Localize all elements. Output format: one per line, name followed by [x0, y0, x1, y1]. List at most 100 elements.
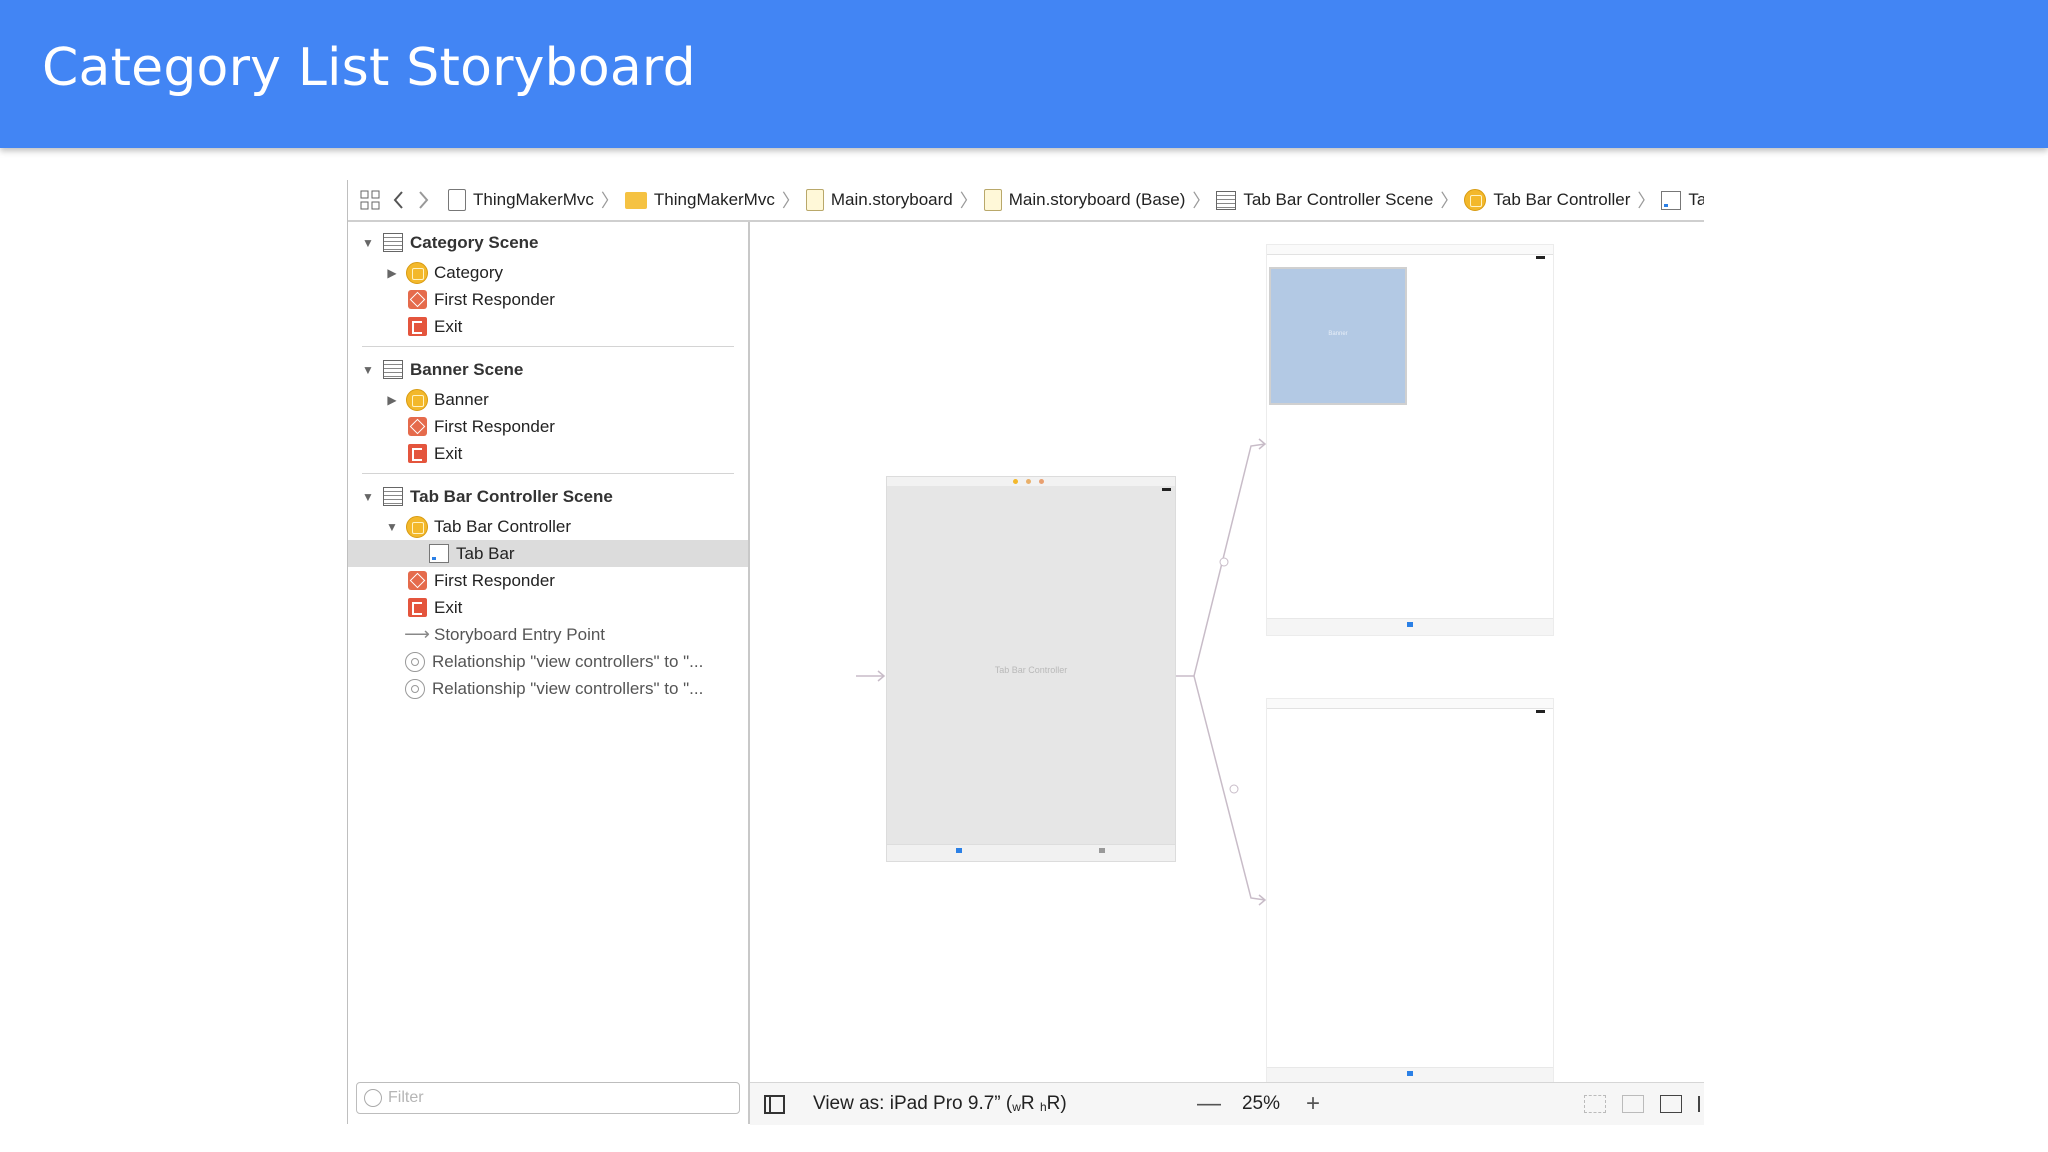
scene-label: Category Scene	[410, 232, 539, 252]
segue-to-banner[interactable]	[1193, 675, 1266, 901]
outline-item-relationship[interactable]: Relationship "view controllers" to "...	[348, 648, 748, 675]
outline-item-category[interactable]: ▶ Category	[348, 259, 748, 286]
scene-icon	[382, 486, 404, 508]
tab-item-icon	[1407, 1071, 1413, 1076]
battery-icon	[1162, 488, 1171, 491]
battery-icon	[1536, 256, 1545, 259]
tab-item-icon[interactable]	[1099, 848, 1105, 853]
storyboard-file-icon	[983, 189, 1002, 211]
outline-scene-banner[interactable]: ▼ Banner Scene	[348, 353, 748, 386]
outline-item-exit[interactable]: Exit	[348, 594, 748, 621]
outline-scene-tab-bar-controller[interactable]: ▼ Tab Bar Controller Scene	[348, 480, 748, 513]
outline-item-exit[interactable]: Exit	[348, 440, 748, 467]
breadcrumb-scene[interactable]: Tab Bar Controller Scene	[1216, 190, 1433, 210]
tab-bar-icon	[1661, 190, 1682, 210]
breadcrumb-storyboard-base[interactable]: Main.storyboard (Base)	[983, 189, 1185, 211]
breadcrumb-folder[interactable]: ThingMakerMvc	[624, 190, 775, 210]
back-chevron-icon[interactable]	[392, 190, 404, 210]
disclosure-expanded-icon[interactable]: ▼	[384, 520, 400, 534]
scene-icon	[382, 359, 404, 381]
outline-item-label: Tab Bar Controller	[434, 516, 572, 536]
zoom-out-button[interactable]: —	[1194, 1090, 1224, 1118]
breadcrumb-label: Tab	[1688, 190, 1704, 209]
breadcrumb-storyboard[interactable]: Main.storyboard	[805, 189, 953, 211]
storyboard-canvas[interactable]: Tab Bar Controller Banner	[750, 222, 1704, 1084]
banner-scene[interactable]	[1266, 698, 1554, 1084]
navigation-bar	[1267, 699, 1553, 709]
first-responder-icon	[406, 570, 428, 592]
outline-item-first-responder[interactable]: First Responder	[348, 286, 748, 313]
tab-bar-controller-label: Tab Bar Controller	[994, 665, 1068, 675]
view-as-selector[interactable]: View as: iPad Pro 9.7” (wR hR)	[813, 1093, 1067, 1115]
outline-item-entry-point[interactable]: ⟶ Storyboard Entry Point	[348, 621, 748, 648]
category-scene[interactable]: Banner	[1266, 244, 1554, 636]
breadcrumb-project[interactable]: ThingMakerMvc	[448, 189, 594, 211]
disclosure-collapsed-icon[interactable]: ▶	[384, 266, 400, 280]
tab-bar-icon	[428, 543, 450, 565]
exit-icon	[406, 443, 428, 465]
outline-filter-field[interactable]: Filter	[356, 1082, 740, 1114]
slide-header: Category List Storyboard	[0, 0, 2048, 148]
related-items-grid-icon[interactable]	[360, 190, 380, 210]
segue-to-category[interactable]	[1193, 443, 1266, 677]
segue-relationship-icon[interactable]	[1229, 784, 1239, 794]
view-controller-icon	[406, 261, 428, 284]
forward-chevron-icon[interactable]	[418, 190, 430, 210]
outline-item-tab-bar-controller[interactable]: ▼ Tab Bar Controller	[348, 513, 748, 540]
canvas-bottom-bar: View as: iPad Pro 9.7” (wR hR) — 25% +	[750, 1082, 1704, 1125]
view-as-label: View as: iPad Pro 9.7” (	[813, 1093, 1013, 1114]
size-class-w: w	[1012, 1100, 1021, 1114]
outline-item-tab-bar[interactable]: Tab Bar	[348, 540, 748, 567]
filter-placeholder: Filter	[388, 1089, 424, 1106]
outline-item-exit[interactable]: Exit	[348, 313, 748, 340]
disclosure-expanded-icon[interactable]: ▼	[360, 236, 376, 250]
pin-icon[interactable]	[1698, 1096, 1700, 1112]
align-icon[interactable]	[1660, 1095, 1682, 1113]
document-outline: ▼ Category Scene ▶ Category First Respon…	[348, 222, 750, 1124]
arrow-icon: ⟶	[404, 624, 430, 644]
outline-item-label: First Responder	[434, 289, 555, 309]
outline-item-label: Storyboard Entry Point	[434, 624, 606, 644]
toggle-outline-icon[interactable]	[764, 1094, 785, 1114]
scene-icon	[382, 232, 404, 254]
outline-item-first-responder[interactable]: First Responder	[348, 413, 748, 440]
breadcrumb-label: ThingMakerMvc	[653, 190, 775, 209]
breadcrumb-separator-icon: 〉	[959, 191, 978, 211]
outline-item-first-responder[interactable]: First Responder	[348, 567, 748, 594]
banner-container-view[interactable]: Banner	[1269, 267, 1407, 405]
breadcrumb-separator-icon: 〉	[1440, 191, 1459, 211]
scene-label: Banner Scene	[410, 359, 524, 379]
navigation-bar	[1267, 245, 1553, 255]
outline-item-banner[interactable]: ▶ Banner	[348, 386, 748, 413]
tab-bar[interactable]	[887, 844, 1175, 861]
outline-scene-category[interactable]: ▼ Category Scene	[348, 226, 748, 259]
disclosure-expanded-icon[interactable]: ▼	[360, 490, 376, 504]
outline-item-label: Exit	[434, 597, 463, 617]
segue-relationship-icon[interactable]	[1219, 557, 1229, 567]
view-controller-icon	[1013, 479, 1018, 484]
exit-icon	[406, 316, 428, 338]
outline-item-label: Exit	[434, 443, 463, 463]
zoom-level: 25%	[1241, 1093, 1280, 1114]
disclosure-expanded-icon[interactable]: ▼	[360, 363, 376, 377]
size-class-value: R	[1020, 1093, 1035, 1114]
xcode-interface-builder: ThingMakerMvc 〉 ThingMakerMvc 〉 Main.sto…	[347, 180, 1704, 1125]
jump-bar: ThingMakerMvc 〉 ThingMakerMvc 〉 Main.sto…	[348, 180, 1704, 222]
embed-icon[interactable]	[1584, 1095, 1606, 1113]
storyboard-file-icon	[805, 189, 824, 211]
outline-item-relationship[interactable]: Relationship "view controllers" to "...	[348, 675, 748, 702]
outline-item-label: First Responder	[434, 570, 555, 590]
breadcrumb-tab-bar[interactable]: Tab	[1661, 190, 1704, 210]
tab-bar-controller-scene[interactable]: Tab Bar Controller	[886, 476, 1176, 862]
scene-icon	[1216, 190, 1237, 210]
view-controller-icon	[1464, 189, 1487, 211]
zoom-in-button[interactable]: +	[1298, 1090, 1328, 1118]
breadcrumb-separator-icon: 〉	[781, 191, 800, 211]
breadcrumb-label: Main.storyboard	[830, 190, 953, 209]
breadcrumb-controller[interactable]: Tab Bar Controller	[1464, 189, 1630, 211]
stack-icon[interactable]	[1622, 1095, 1644, 1113]
disclosure-collapsed-icon[interactable]: ▶	[384, 393, 400, 407]
tab-item-icon[interactable]	[956, 848, 962, 853]
scene-dock	[887, 477, 1175, 486]
tab-item-icon	[1407, 622, 1413, 627]
